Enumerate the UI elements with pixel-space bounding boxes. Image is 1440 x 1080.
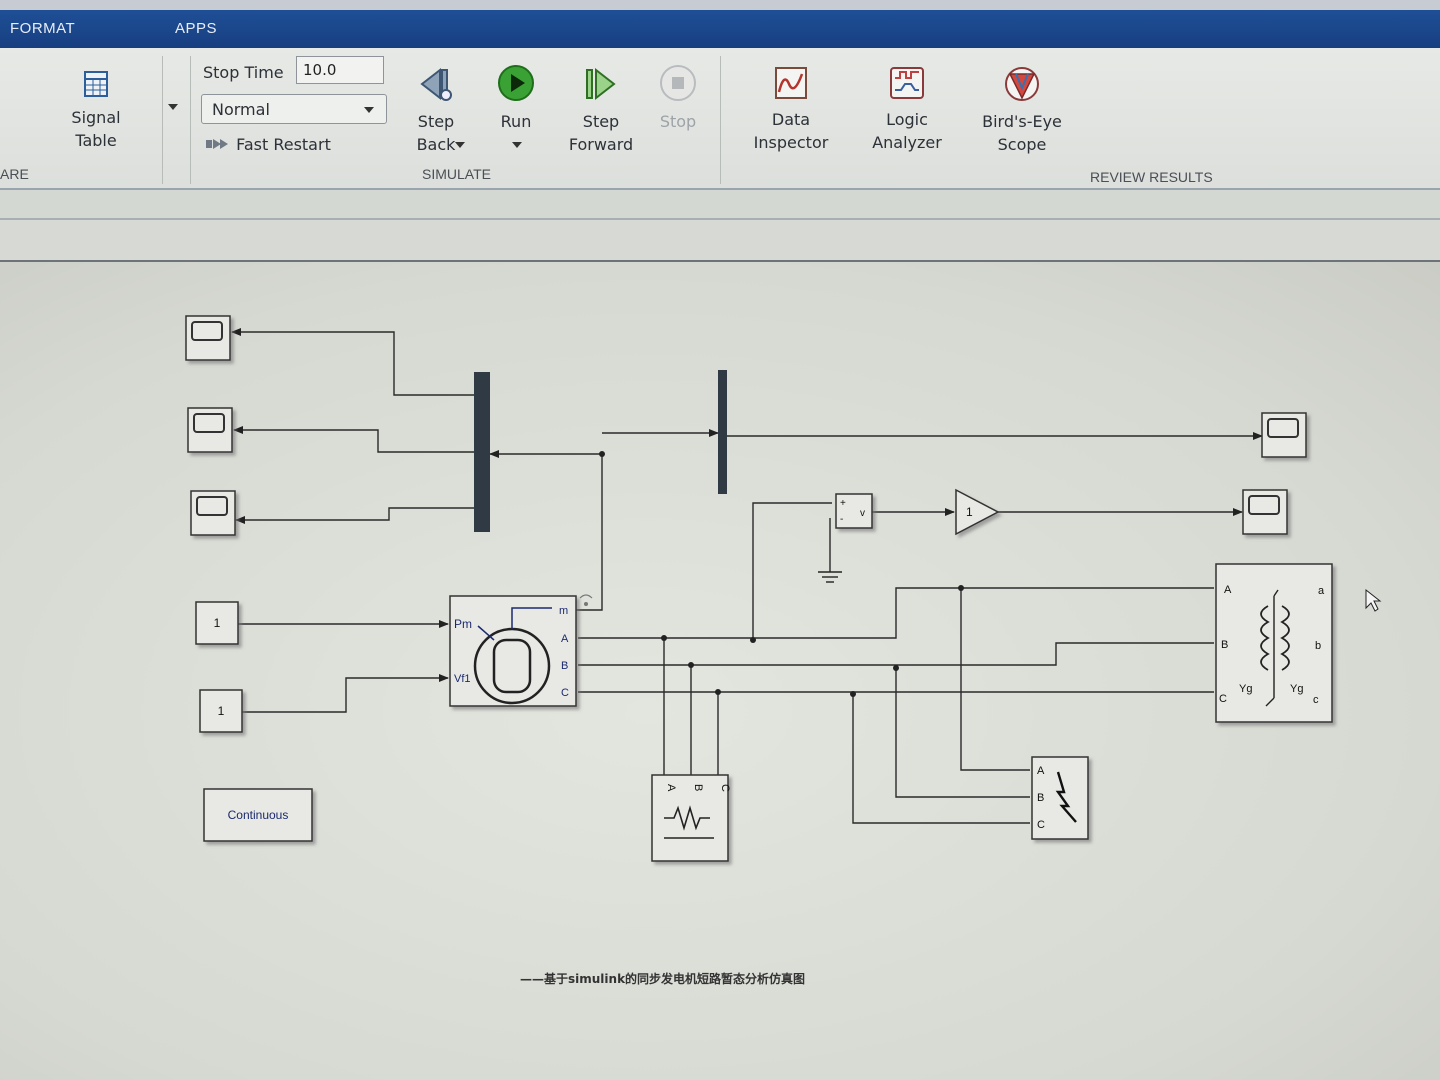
junction-dots: [599, 451, 964, 697]
birds-eye-scope-icon: [976, 66, 1068, 106]
gain-block[interactable]: 1: [955, 488, 1000, 536]
breadcrumb-bar: [0, 190, 1440, 220]
tr-port-a: A: [1224, 584, 1232, 596]
vm-minus: -: [840, 514, 843, 525]
vm-v: v: [860, 508, 865, 519]
stop-button[interactable]: Stop: [652, 64, 704, 133]
tr-port-b-out: b: [1315, 640, 1321, 652]
three-phase-fault-block[interactable]: A B C: [1031, 756, 1089, 840]
mouse-cursor-icon: [1365, 588, 1382, 612]
tr-winding-1: Yg: [1239, 683, 1252, 695]
tr-port-b: B: [1221, 639, 1228, 651]
voltage-measurement-block[interactable]: + - v: [835, 493, 873, 529]
signal-table-icon: [60, 70, 132, 102]
simulation-mode-select[interactable]: Normal: [201, 94, 387, 124]
logic-analyzer-button[interactable]: Logic Analyzer: [868, 66, 946, 154]
stop-time-input[interactable]: [296, 56, 384, 84]
constant-block-1[interactable]: 1: [195, 601, 239, 645]
simulate-group-label: SIMULATE: [422, 166, 491, 182]
run-button[interactable]: Run: [490, 64, 542, 133]
review-results-group-label: REVIEW RESULTS: [1090, 169, 1213, 185]
port-c: C: [561, 687, 569, 699]
run-label: Run: [500, 112, 532, 131]
birds-eye-scope-label: Bird's-Eye Scope: [982, 112, 1062, 154]
model-canvas[interactable]: 1 1 Pm Vf1 m A B C + - v 1 A B C a b c Y…: [0, 262, 1440, 1080]
toolstrip-ribbon: ARE Signal Table Stop Time Normal Fast R…: [0, 48, 1440, 190]
step-back-dropdown-icon[interactable]: [455, 142, 465, 148]
separator: [162, 56, 163, 184]
powergui-label: Continuous: [228, 808, 289, 822]
chevron-down-icon: [364, 107, 374, 113]
powergui-block[interactable]: Continuous: [203, 788, 313, 842]
rlc-load-block[interactable]: A B C: [651, 774, 731, 862]
signal-table-label: Signal Table: [71, 108, 121, 150]
gain-value: 1: [966, 505, 973, 519]
prepare-group-label: ARE: [0, 166, 29, 182]
scope-5[interactable]: [1242, 489, 1288, 535]
stop-label: Stop: [659, 112, 697, 131]
load-port-c: C: [719, 784, 731, 792]
data-inspector-icon: [750, 66, 832, 104]
run-icon: [490, 64, 542, 106]
tr-port-c: C: [1219, 693, 1227, 705]
scope-2[interactable]: [187, 407, 233, 453]
step-forward-label: Step Forward: [568, 112, 634, 154]
three-phase-transformer-block[interactable]: A B C a b c Yg Yg: [1215, 563, 1333, 723]
stop-icon: [652, 64, 704, 106]
signal-table-button[interactable]: Signal Table: [60, 70, 132, 152]
simulation-mode-value: Normal: [212, 100, 270, 119]
scope-3[interactable]: [190, 490, 236, 536]
signal-lines: [231, 328, 1263, 824]
synchronous-machine-block[interactable]: Pm Vf1 m A B C: [449, 595, 577, 707]
port-pm: Pm: [454, 617, 472, 631]
tab-format[interactable]: FORMAT: [10, 20, 75, 37]
window-top-strip: [0, 0, 1440, 10]
tr-port-c-out: c: [1313, 694, 1319, 706]
constant-block-2[interactable]: 1: [199, 689, 243, 733]
port-a: A: [561, 633, 569, 645]
toolstrip-tabbar: FORMAT APPS: [0, 10, 1440, 48]
scope-4[interactable]: [1261, 412, 1307, 458]
stop-time-label: Stop Time: [203, 63, 284, 82]
step-forward-icon: [566, 66, 636, 106]
constant-2-value: 1: [218, 704, 225, 718]
fast-restart-icon: [206, 139, 228, 149]
tr-winding-2: Yg: [1290, 683, 1303, 695]
birds-eye-scope-button[interactable]: Bird's-Eye Scope: [976, 66, 1068, 156]
separator: [190, 56, 191, 184]
ground-icon: [818, 571, 842, 583]
port-vf: Vf1: [454, 673, 471, 685]
explorer-bar: [0, 220, 1440, 262]
bus-selector-right[interactable]: [718, 370, 727, 494]
prepare-dropdown-arrow[interactable]: [168, 104, 178, 110]
step-back-label: Step Back: [416, 112, 456, 154]
fault-port-a: A: [1037, 765, 1045, 777]
tab-apps[interactable]: APPS: [175, 20, 217, 37]
fault-port-b: B: [1037, 792, 1044, 804]
load-port-a: A: [665, 784, 677, 792]
port-m: m: [559, 605, 568, 617]
load-port-b: B: [692, 784, 704, 791]
scope-1[interactable]: [185, 315, 231, 361]
logic-analyzer-icon: [868, 66, 946, 104]
fast-restart-button[interactable]: Fast Restart: [205, 135, 331, 154]
bus-selector-left[interactable]: [474, 372, 490, 532]
step-back-icon: [404, 66, 468, 106]
data-inspector-button[interactable]: Data Inspector: [750, 66, 832, 154]
separator: [720, 56, 721, 184]
vm-plus: +: [840, 498, 846, 509]
tr-port-a-out: a: [1318, 585, 1325, 597]
constant-1-value: 1: [214, 616, 221, 630]
wifi-badge-icon: [579, 594, 593, 606]
logic-analyzer-label: Logic Analyzer: [872, 110, 942, 152]
run-dropdown-icon[interactable]: [512, 142, 522, 148]
step-forward-button[interactable]: Step Forward: [566, 66, 636, 156]
data-inspector-label: Data Inspector: [753, 110, 829, 152]
fault-port-c: C: [1037, 819, 1045, 831]
diagram-caption: ——基于simulink的同步发电机短路暂态分析仿真图: [520, 972, 806, 986]
port-b: B: [561, 660, 568, 672]
fast-restart-label: Fast Restart: [236, 135, 331, 154]
